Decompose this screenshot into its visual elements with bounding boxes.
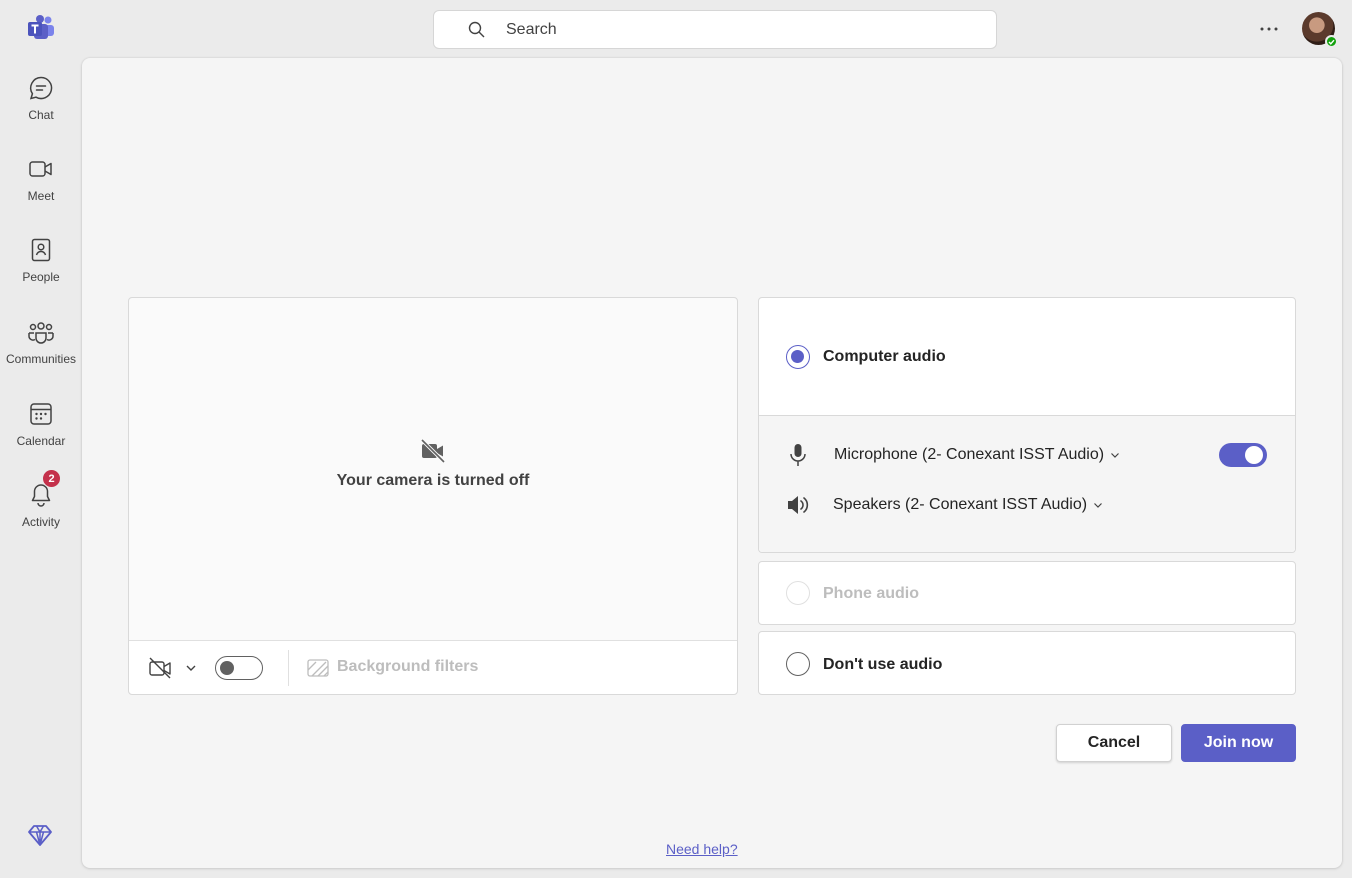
background-filters-button[interactable]: Background filters [337, 658, 478, 676]
microphone-icon [790, 444, 806, 466]
need-help-link[interactable]: Need help? [666, 841, 738, 857]
rail-item-label: Chat [28, 108, 54, 122]
bell-icon: 2 [27, 469, 61, 509]
microphone-dropdown[interactable]: Microphone (2- Conexant ISST Audio) [834, 446, 1120, 464]
computer-audio-label: Computer audio [823, 348, 946, 365]
cancel-button[interactable]: Cancel [1056, 724, 1172, 762]
search-icon [468, 21, 485, 37]
speakers-row: Speakers (2- Conexant ISST Audio) [759, 490, 1295, 520]
phone-audio-radio[interactable] [786, 581, 810, 605]
toggle-knob [220, 661, 234, 675]
contact-book-icon [27, 236, 55, 264]
chevron-down-icon [1094, 503, 1102, 508]
chat-icon [27, 74, 55, 102]
communities-icon [27, 318, 55, 346]
phone-audio-option[interactable]: Phone audio [758, 561, 1296, 625]
rail-item-activity[interactable]: 2 Activity [0, 469, 82, 529]
camera-toggle[interactable] [215, 656, 263, 680]
computer-audio-panel: Computer audio Microphone (2- Conexant I… [758, 297, 1296, 553]
search-placeholder: Search [506, 20, 557, 38]
search-box[interactable]: Search [433, 10, 997, 49]
rail-item-chat[interactable]: Chat [0, 74, 82, 122]
notification-badge: 2 [42, 469, 61, 488]
rail-item-label: Meet [27, 189, 55, 203]
camera-off-button[interactable] [148, 656, 174, 680]
computer-audio-option[interactable]: Computer audio [759, 298, 1295, 416]
rail-item-label: Calendar [16, 434, 66, 448]
rail-item-calendar[interactable]: Calendar [0, 400, 82, 448]
divider [288, 650, 289, 686]
camera-off-text: Your camera is turned off [336, 472, 530, 489]
video-off-icon [420, 438, 446, 464]
background-filters-icon [307, 658, 329, 678]
video-off-icon [149, 657, 171, 679]
microphone-row: Microphone (2- Conexant ISST Audio) [759, 440, 1295, 470]
rail-item-meet[interactable]: Meet [0, 155, 82, 203]
video-controls-bar: Background filters [129, 640, 737, 694]
microphone-toggle[interactable] [1219, 443, 1267, 467]
more-options-button[interactable] [1256, 16, 1282, 42]
video-camera-icon [27, 155, 55, 183]
computer-audio-radio[interactable] [786, 345, 810, 369]
rail-item-label: Activity [21, 515, 60, 529]
no-audio-label: Don't use audio [823, 656, 943, 673]
rail-item-label: People [22, 270, 60, 284]
more-horizontal-icon [1260, 27, 1278, 31]
microphone-label: Microphone (2- Conexant ISST Audio) [834, 446, 1105, 463]
join-now-button[interactable]: Join now [1181, 724, 1296, 762]
camera-off-message: Your camera is turned off [129, 438, 737, 490]
no-audio-option[interactable]: Don't use audio [758, 631, 1296, 695]
premium-diamond-icon[interactable] [27, 822, 53, 848]
camera-options-chevron-down-icon[interactable] [185, 661, 197, 673]
speakers-dropdown[interactable]: Speakers (2- Conexant ISST Audio) [833, 496, 1103, 514]
phone-audio-label: Phone audio [823, 585, 919, 602]
teams-logo-icon [26, 14, 56, 42]
audio-devices-section: Microphone (2- Conexant ISST Audio) Spea… [759, 416, 1295, 552]
speaker-icon [788, 496, 809, 514]
toggle-knob [1245, 446, 1263, 464]
chevron-down-icon [1111, 453, 1120, 458]
calendar-icon [27, 400, 55, 428]
rail-item-people[interactable]: People [0, 236, 82, 284]
rail-item-label: Communities [5, 352, 77, 366]
no-audio-radio[interactable] [786, 652, 810, 676]
avatar[interactable] [1302, 12, 1338, 48]
presence-available-icon [1325, 35, 1338, 48]
speakers-label: Speakers (2- Conexant ISST Audio) [833, 496, 1088, 513]
rail-item-communities[interactable]: Communities [0, 318, 82, 366]
video-preview: Your camera is turned off Background fil… [128, 297, 738, 695]
